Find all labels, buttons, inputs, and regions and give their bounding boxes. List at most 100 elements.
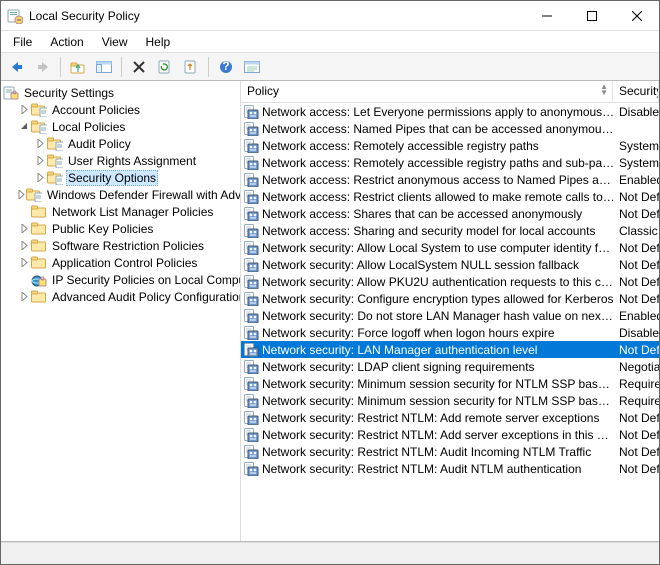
list-row[interactable]: Network security: LAN Manager authentica…	[241, 341, 659, 358]
list-row[interactable]: Network access: Shares that can be acces…	[241, 205, 659, 222]
tree-node-label: IP Security Policies on Local Computer	[50, 273, 241, 287]
policy-name: Network security: Restrict NTLM: Audit N…	[262, 462, 619, 476]
tree-node-label: User Rights Assignment	[66, 154, 198, 168]
expand-icon[interactable]	[17, 190, 26, 199]
tree-node-label: Advanced Audit Policy Configuration	[50, 290, 241, 304]
collapse-icon[interactable]	[17, 122, 31, 131]
expand-icon[interactable]	[17, 292, 31, 301]
tree-node[interactable]: Advanced Audit Policy Configuration	[1, 288, 241, 305]
policy-icon	[243, 223, 259, 239]
column-header-setting[interactable]: Security Setting	[613, 81, 659, 102]
policy-icon	[243, 121, 259, 137]
list-row[interactable]: Network security: Minimum session securi…	[241, 392, 659, 409]
delete-button[interactable]	[127, 56, 151, 78]
tree-node-label: Public Key Policies	[50, 222, 155, 236]
tree-node[interactable]: Account Policies	[1, 101, 241, 118]
list-row[interactable]: Network security: Restrict NTLM: Add rem…	[241, 409, 659, 426]
list-row[interactable]: Network security: Force logoff when logo…	[241, 324, 659, 341]
policy-icon	[243, 104, 259, 120]
policy-setting: Require	[619, 377, 659, 391]
tree-node[interactable]: Windows Defender Firewall with Advanced …	[1, 186, 241, 203]
tree-node[interactable]: Audit Policy	[1, 135, 241, 152]
menu-view[interactable]: View	[94, 33, 136, 51]
separator-icon	[121, 57, 122, 77]
list-row[interactable]: Network security: Restrict NTLM: Audit N…	[241, 460, 659, 477]
policy-name: Network security: LAN Manager authentica…	[262, 343, 619, 357]
policy-setting: Not Defined	[619, 428, 659, 442]
tree-node[interactable]: Software Restriction Policies	[1, 237, 241, 254]
list-body[interactable]: Network access: Let Everyone permissions…	[241, 103, 659, 541]
list-row[interactable]: Network security: Do not store LAN Manag…	[241, 307, 659, 324]
minimize-button[interactable]	[524, 1, 569, 30]
maximize-button[interactable]	[569, 1, 614, 30]
up-button[interactable]	[66, 56, 90, 78]
policy-setting: Enabled	[619, 173, 659, 187]
list-row[interactable]: Network access: Restrict anonymous acces…	[241, 171, 659, 188]
tree-node[interactable]: User Rights Assignment	[1, 152, 241, 169]
tree-node[interactable]: IP Security Policies on Local Computer	[1, 271, 241, 288]
list-row[interactable]: Network access: Named Pipes that can be …	[241, 120, 659, 137]
policy-setting: System	[619, 139, 659, 153]
list-row[interactable]: Network access: Remotely accessible regi…	[241, 154, 659, 171]
properties-button[interactable]	[240, 56, 264, 78]
column-header-policy[interactable]: Policy ▲▼	[241, 81, 613, 102]
menu-help[interactable]: Help	[138, 33, 179, 51]
expand-icon[interactable]	[17, 258, 31, 267]
policy-icon	[243, 325, 259, 341]
show-hide-tree-button[interactable]	[92, 56, 116, 78]
expand-icon[interactable]	[17, 241, 31, 250]
list-row[interactable]: Network security: Allow PKU2U authentica…	[241, 273, 659, 290]
policy-name: Network access: Named Pipes that can be …	[262, 122, 619, 136]
list-row[interactable]: Network security: Restrict NTLM: Audit I…	[241, 443, 659, 460]
policy-name: Network security: Allow LocalSystem NULL…	[262, 258, 619, 272]
menu-action[interactable]: Action	[42, 33, 91, 51]
list-row[interactable]: Network security: LDAP client signing re…	[241, 358, 659, 375]
tree-node[interactable]: Public Key Policies	[1, 220, 241, 237]
menu-file[interactable]: File	[5, 33, 40, 51]
tree-root[interactable]: Security Settings	[1, 84, 241, 101]
policy-setting: Not Defined	[619, 445, 659, 459]
tree-node[interactable]: Application Control Policies	[1, 254, 241, 271]
policy-name: Network security: Allow PKU2U authentica…	[262, 275, 619, 289]
expand-icon[interactable]	[17, 105, 31, 114]
tree-node-label: Local Policies	[50, 120, 127, 134]
list-row[interactable]: Network access: Restrict clients allowed…	[241, 188, 659, 205]
policy-name: Network access: Remotely accessible regi…	[262, 156, 619, 170]
expand-icon[interactable]	[33, 156, 47, 165]
tree-pane[interactable]: Security SettingsAccount Policies Local P…	[1, 81, 241, 541]
list-row[interactable]: Network security: Allow Local System to …	[241, 239, 659, 256]
policy-setting: System	[619, 156, 659, 170]
ipsec-icon	[31, 272, 47, 288]
folder-icon	[31, 289, 47, 305]
tree-node[interactable]: Network List Manager Policies	[1, 203, 241, 220]
tree-node[interactable]: Security Options	[1, 169, 241, 186]
list-row[interactable]: Network security: Allow LocalSystem NULL…	[241, 256, 659, 273]
policy-setting: Not Defined	[619, 207, 659, 221]
tree-node[interactable]: Local Policies	[1, 118, 241, 135]
policy-name: Network security: Force logoff when logo…	[262, 326, 619, 340]
back-button[interactable]	[5, 56, 29, 78]
expand-icon[interactable]	[33, 173, 47, 182]
policy-name: Network security: Restrict NTLM: Audit I…	[262, 445, 619, 459]
refresh-button[interactable]	[153, 56, 177, 78]
policy-setting: Classic	[619, 224, 659, 238]
policy-setting: Not Defined	[619, 462, 659, 476]
policy-setting: Not Defined	[619, 258, 659, 272]
security-settings-icon	[3, 85, 19, 101]
list-row[interactable]: Network access: Remotely accessible regi…	[241, 137, 659, 154]
folder-icon	[31, 238, 47, 254]
close-button[interactable]	[614, 1, 659, 30]
export-button[interactable]	[179, 56, 203, 78]
policy-setting: Disabled	[619, 326, 659, 340]
policy-name: Network security: Restrict NTLM: Add rem…	[262, 411, 619, 425]
forward-button[interactable]	[31, 56, 55, 78]
tree-node-label: Windows Defender Firewall with Advanced …	[45, 188, 241, 202]
list-row[interactable]: Network access: Sharing and security mod…	[241, 222, 659, 239]
expand-icon[interactable]	[33, 139, 47, 148]
list-row[interactable]: Network access: Let Everyone permissions…	[241, 103, 659, 120]
expand-icon[interactable]	[17, 224, 31, 233]
list-row[interactable]: Network security: Restrict NTLM: Add ser…	[241, 426, 659, 443]
list-row[interactable]: Network security: Configure encryption t…	[241, 290, 659, 307]
list-row[interactable]: Network security: Minimum session securi…	[241, 375, 659, 392]
help-button[interactable]: ?	[214, 56, 238, 78]
